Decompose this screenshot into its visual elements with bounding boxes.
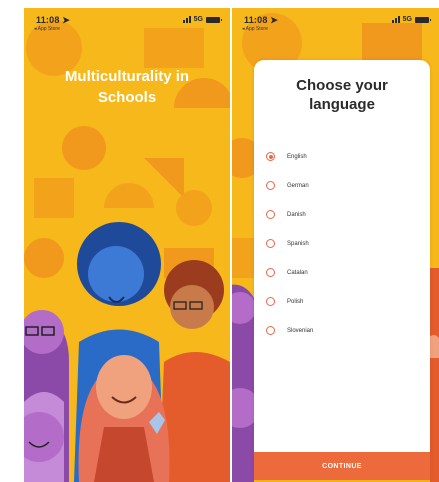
language-label: German	[287, 182, 309, 189]
radio-icon[interactable]	[266, 152, 275, 161]
language-dialog: Choose your language English German Dani…	[254, 60, 430, 480]
language-label: English	[287, 153, 307, 160]
language-label: Polish	[287, 298, 304, 305]
language-option-slovenian[interactable]: Slovenian	[266, 316, 416, 345]
signal-icon	[182, 16, 191, 23]
language-label: Catalan	[287, 269, 308, 276]
splash-screen: 11:08 ➤ ◂ App Store 5G Multiculturality …	[24, 8, 230, 482]
dialog-title-line1: Choose your	[296, 77, 388, 94]
status-bar: 11:08 ➤ ◂ App Store 5G	[24, 8, 230, 36]
radio-icon[interactable]	[266, 181, 275, 190]
radio-icon[interactable]	[266, 326, 275, 335]
dialog-title-line2: language	[309, 96, 375, 113]
location-arrow-icon: ➤	[270, 15, 278, 25]
radio-icon[interactable]	[266, 268, 275, 277]
signal-icon	[391, 16, 400, 23]
back-to-app-store[interactable]: ◂ App Store	[34, 26, 60, 32]
network-label: 5G	[193, 16, 203, 23]
dialog-title: Choose your language	[254, 76, 430, 114]
location-arrow-icon: ➤	[62, 15, 70, 25]
radio-icon[interactable]	[266, 297, 275, 306]
app-title: Multiculturality in Schools	[24, 66, 230, 108]
app-title-line2: Schools	[97, 89, 157, 106]
battery-icon	[415, 16, 431, 23]
language-option-german[interactable]: German	[266, 171, 416, 200]
status-bar: 11:08 ➤ ◂ App Store 5G	[232, 8, 439, 36]
status-time: 11:08 ➤	[36, 15, 70, 25]
continue-button[interactable]: CONTINUE	[254, 452, 430, 480]
language-label: Slovenian	[287, 327, 314, 334]
people-illustration	[24, 222, 230, 482]
language-option-english[interactable]: English	[266, 142, 416, 171]
back-to-app-store[interactable]: ◂ App Store	[242, 26, 268, 32]
language-option-danish[interactable]: Danish	[266, 200, 416, 229]
language-screen: 11:08 ➤ ◂ App Store 5G Choose your langu…	[232, 8, 439, 482]
network-label: 5G	[402, 16, 412, 23]
language-option-spanish[interactable]: Spanish	[266, 229, 416, 258]
language-label: Danish	[287, 211, 306, 218]
language-label: Spanish	[287, 240, 309, 247]
battery-icon	[206, 16, 222, 23]
radio-icon[interactable]	[266, 239, 275, 248]
language-option-polish[interactable]: Polish	[266, 287, 416, 316]
status-time: 11:08 ➤	[244, 15, 278, 25]
radio-icon[interactable]	[266, 210, 275, 219]
app-title-line1: Multiculturality in	[64, 68, 190, 85]
language-option-catalan[interactable]: Catalan	[266, 258, 416, 287]
language-list: English German Danish Spanish Catalan Po…	[266, 142, 416, 345]
